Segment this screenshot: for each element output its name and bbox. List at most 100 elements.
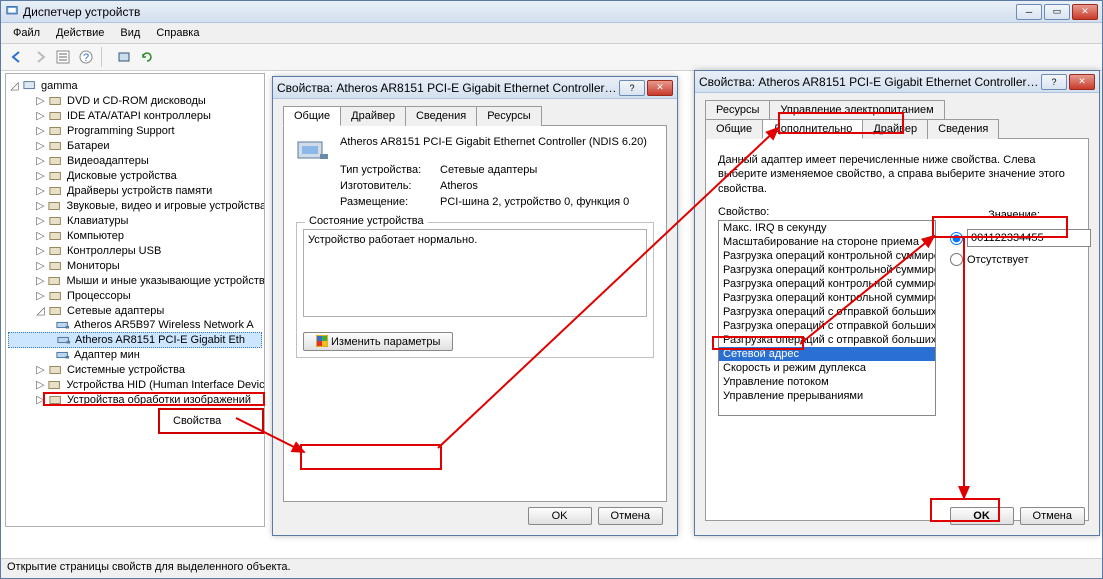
radio-value-absent[interactable] (950, 253, 963, 266)
properties-dialog-advanced: Свойства: Atheros AR8151 PCI-E Gigabit E… (694, 70, 1100, 536)
properties-icon[interactable] (53, 47, 73, 67)
svg-text:?: ? (83, 52, 89, 64)
tree-device[interactable]: Адаптер мин (8, 348, 262, 362)
menu-help[interactable]: Справка (150, 25, 205, 41)
close-button[interactable]: ✕ (1072, 4, 1098, 20)
tree-group[interactable]: ▷Устройства обработки изображений (8, 392, 262, 407)
tab-resources[interactable]: Ресурсы (476, 106, 541, 126)
property-item[interactable]: Управление потоком (719, 375, 935, 389)
type-value: Сетевые адаптеры (440, 164, 537, 176)
tab-driver[interactable]: Драйвер (340, 106, 406, 126)
value-radio-present[interactable] (950, 229, 1078, 247)
dialog1-tabs: Общие Драйвер Сведения Ресурсы (283, 105, 667, 126)
dialog1-titlebar[interactable]: Свойства: Atheros AR8151 PCI-E Gigabit E… (273, 77, 677, 99)
property-item[interactable]: Макс. IRQ в секунду (719, 221, 935, 235)
statusbar: Открытие страницы свойств для выделенног… (1, 558, 1102, 578)
device-tree[interactable]: ◿gamma ▷DVD и CD-ROM дисководы▷IDE ATA/A… (5, 73, 265, 527)
property-item[interactable]: Управление прерываниями (719, 389, 935, 403)
property-item[interactable]: Разгрузка операций с отправкой больших п… (719, 333, 935, 347)
menu-action[interactable]: Действие (50, 25, 110, 41)
dialog1-cancel-button[interactable]: Отмена (598, 507, 663, 525)
tree-group[interactable]: ▷Дисковые устройства (8, 168, 262, 183)
tree-group[interactable]: ▷Системные устройства (8, 362, 262, 377)
tree-group[interactable]: ◿Сетевые адаптеры (8, 303, 262, 318)
tab-details[interactable]: Сведения (405, 106, 477, 126)
tree-group[interactable]: ▷IDE ATA/ATAPI контроллеры (8, 108, 262, 123)
maximize-button[interactable]: ▭ (1044, 4, 1070, 20)
tree-group[interactable]: ▷Мыши и иные указывающие устройства (8, 273, 262, 288)
property-item[interactable]: Разгрузка операций контрольной суммирова… (719, 263, 935, 277)
tab-advanced[interactable]: Дополнительно (762, 119, 863, 139)
tab-general2[interactable]: Общие (705, 119, 763, 139)
dialog1-ok-button[interactable]: OK (528, 507, 592, 525)
tree-group[interactable]: ▷Клавиатуры (8, 213, 262, 228)
advanced-description: Данный адаптер имеет перечисленные ниже … (718, 153, 1076, 196)
tree-device[interactable]: Atheros AR8151 PCI-E Gigabit Eth (8, 332, 262, 348)
refresh-icon[interactable] (137, 47, 157, 67)
tree-root[interactable]: ◿gamma (8, 78, 262, 93)
property-item[interactable]: Разгрузка операций с отправкой больших п… (719, 319, 935, 333)
dialog2-ok-button[interactable]: OK (950, 507, 1014, 525)
dialog2-tabs-bottom: Общие Дополнительно Драйвер Сведения (705, 118, 1089, 139)
tab-resources2[interactable]: Ресурсы (705, 100, 770, 119)
tree-group[interactable]: ▷Programming Support (8, 123, 262, 138)
scan-icon[interactable] (114, 47, 134, 67)
tree-group[interactable]: ▷Контроллеры USB (8, 243, 262, 258)
dialog2-titlebar[interactable]: Свойства: Atheros AR8151 PCI-E Gigabit E… (695, 71, 1099, 93)
vendor-value: Atheros (440, 180, 478, 192)
toolbar: ? (1, 44, 1102, 71)
tree-group[interactable]: ▷Процессоры (8, 288, 262, 303)
property-item[interactable]: Скорость и режим дуплекса (719, 361, 935, 375)
app-icon (5, 5, 19, 19)
property-item[interactable]: Разгрузка операций с отправкой больших п… (719, 305, 935, 319)
tree-group[interactable]: ▷Драйверы устройств памяти (8, 183, 262, 198)
property-item[interactable]: Разгрузка операций контрольной суммирова… (719, 291, 935, 305)
minimize-button[interactable]: ─ (1016, 4, 1042, 20)
tree-group[interactable]: ▷Устройства HID (Human Interface Devices… (8, 377, 262, 392)
dialog1-close-button[interactable]: ✕ (647, 80, 673, 96)
menu-file[interactable]: Файл (7, 25, 46, 41)
property-item[interactable]: Сетевой адрес (719, 347, 935, 361)
network-address-input[interactable] (967, 229, 1091, 247)
tree-group[interactable]: ▷Компьютер (8, 228, 262, 243)
type-label: Тип устройства: (340, 164, 440, 176)
forward-icon[interactable] (30, 47, 50, 67)
dialog2-cancel-button[interactable]: Отмена (1020, 507, 1085, 525)
radio-value-present[interactable] (950, 232, 963, 245)
back-icon[interactable] (7, 47, 27, 67)
vendor-label: Изготовитель: (340, 180, 440, 192)
property-item[interactable]: Разгрузка операций контрольной суммирова… (719, 249, 935, 263)
tree-group[interactable]: ▷Видеоадаптеры (8, 153, 262, 168)
window-title: Диспетчер устройств (23, 5, 1016, 19)
dialog1-title: Свойства: Atheros AR8151 PCI-E Gigabit E… (277, 81, 619, 95)
dialog2-title: Свойства: Atheros AR8151 PCI-E Gigabit E… (699, 75, 1041, 89)
menu-view[interactable]: Вид (114, 25, 146, 41)
dialog2-tabs-top: Ресурсы Управление электропитанием (705, 99, 1089, 118)
titlebar[interactable]: Диспетчер устройств ─ ▭ ✕ (1, 1, 1102, 23)
property-item[interactable]: Разгрузка операций контрольной суммирова… (719, 277, 935, 291)
property-listbox[interactable]: Макс. IRQ в секундуМасштабирование на ст… (718, 220, 936, 416)
tab-details2[interactable]: Сведения (927, 119, 999, 139)
tab-driver2[interactable]: Драйвер (862, 119, 928, 139)
device-status-text: Устройство работает нормально. (303, 229, 647, 317)
tab-general[interactable]: Общие (283, 106, 341, 126)
tree-group[interactable]: ▷Мониторы (8, 258, 262, 273)
properties-dialog-general: Свойства: Atheros AR8151 PCI-E Gigabit E… (272, 76, 678, 536)
tree-group[interactable]: ▷DVD и CD-ROM дисководы (8, 93, 262, 108)
change-settings-button[interactable]: Изменить параметры (303, 332, 453, 351)
tree-group[interactable]: ▷Батареи (8, 138, 262, 153)
dialog2-help-button[interactable]: ? (1041, 74, 1067, 90)
dialog1-help-button[interactable]: ? (619, 80, 645, 96)
location-label: Размещение: (340, 196, 440, 208)
help-icon[interactable]: ? (76, 47, 96, 67)
value-radio-absent[interactable]: Отсутствует (950, 253, 1078, 266)
property-label: Свойство: (718, 206, 936, 218)
property-item[interactable]: Масштабирование на стороне приема (719, 235, 935, 249)
state-legend: Состояние устройства (305, 215, 428, 227)
tab-power[interactable]: Управление электропитанием (769, 100, 944, 119)
context-properties[interactable]: Свойства (163, 413, 259, 429)
tree-device[interactable]: Atheros AR5B97 Wireless Network A (8, 318, 262, 332)
context-menu: Свойства (158, 408, 264, 434)
dialog2-close-button[interactable]: ✕ (1069, 74, 1095, 90)
tree-group[interactable]: ▷Звуковые, видео и игровые устройства (8, 198, 262, 213)
